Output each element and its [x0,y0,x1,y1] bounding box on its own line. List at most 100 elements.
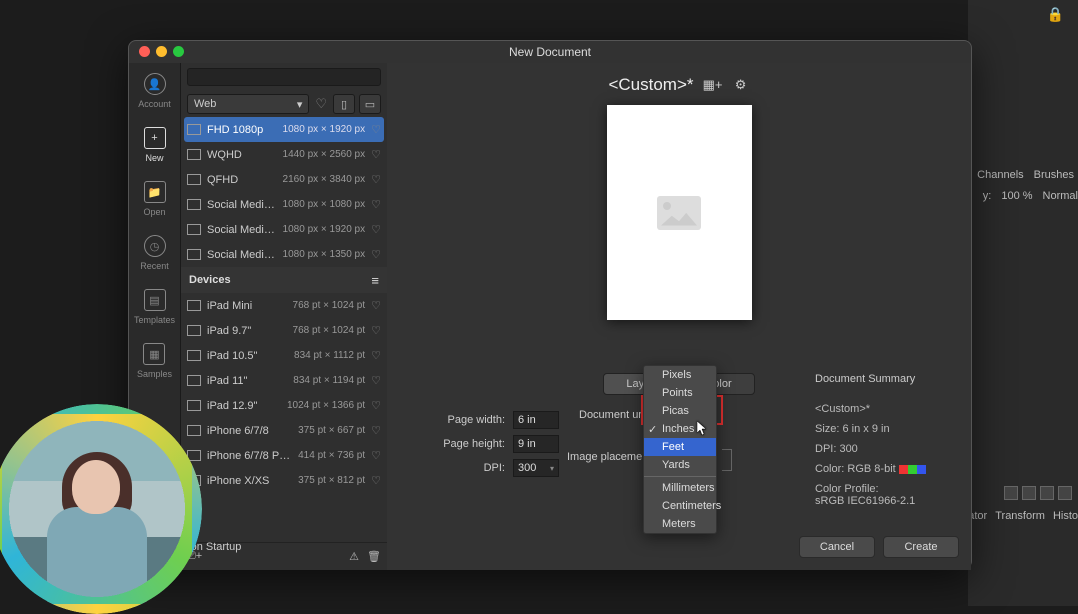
heart-icon[interactable]: ♡ [371,299,381,312]
preset-row[interactable]: iPad 12.9"1024 pt × 1366 pt♡ [181,393,387,418]
mask-icon[interactable] [1040,486,1054,500]
portrait-icon[interactable]: ▯ [333,94,355,114]
page-width-input[interactable]: 6 in [513,411,559,429]
blend-mode[interactable]: Normal [1043,190,1078,202]
preset-row[interactable]: WQHD1440 px × 2560 px♡ [181,142,387,167]
preset-dims: 1440 px × 2560 px [283,149,366,160]
preset-dims: 768 pt × 1024 pt [293,300,366,311]
heart-icon[interactable]: ♡ [371,349,381,362]
preset-row[interactable]: FHD 1080p 1080 px × 1920 px ♡ [184,117,384,142]
heart-icon[interactable]: ♡ [371,148,381,161]
category-select[interactable]: Web▾ [187,94,309,114]
favorite-icon[interactable]: ♡ [315,96,327,112]
unit-option[interactable]: Yards [644,456,716,474]
tab-brushes[interactable]: Brushes [1034,169,1074,181]
dialog-title: New Document [129,41,971,63]
summary-profile: Color Profile:sRGB IEC61966-2.1 [815,483,965,507]
sidebar-label: New [145,153,163,163]
preset-row[interactable]: QFHD2160 px × 3840 px♡ [181,167,387,192]
link-dimensions-icon[interactable] [722,449,732,471]
sidebar-recent[interactable]: ◷ Recent [140,235,169,271]
preset-row[interactable]: iPad 10.5"834 pt × 1112 pt♡ [181,343,387,368]
preset-dims: 414 pt × 736 pt [298,450,365,461]
heart-icon[interactable]: ♡ [371,324,381,337]
page-width-label: Page width: [423,414,513,426]
heart-icon[interactable]: ♡ [371,198,381,211]
sidebar-open[interactable]: 📁 Open [143,181,165,217]
summary-heading: Document Summary [815,373,965,385]
heart-icon[interactable]: ♡ [371,123,381,136]
lock-icon[interactable]: 🔒 [1047,6,1064,23]
sidebar-samples[interactable]: ▦ Samples [137,343,172,379]
preset-dims: 1080 px × 1350 px [283,249,366,260]
doc-icon: + [144,127,166,149]
heart-icon[interactable]: ♡ [371,399,381,412]
preset-search[interactable] [187,68,381,86]
preset-row[interactable]: iPhone 6/7/8 Plus 414 pt × 736 pt ♡ [181,443,387,468]
heart-icon[interactable]: ♡ [371,424,381,437]
tab-histogram[interactable]: Histo [1053,510,1078,522]
heart-icon[interactable]: ♡ [371,374,381,387]
sidebar-new[interactable]: + New [144,127,166,163]
settings-icon[interactable]: ⚙ [732,76,750,94]
heart-icon[interactable]: ♡ [371,173,381,186]
document-unit-dropdown[interactable]: PixelsPointsPicasInchesFeetYards Millimet… [643,365,717,534]
unit-option[interactable]: Picas [644,402,716,420]
window-maximize[interactable] [173,46,184,57]
save-preset-icon[interactable]: ▦+ [704,76,722,94]
x-icon[interactable] [1058,486,1072,500]
preset-dims: 768 pt × 1024 pt [293,325,366,336]
canvas-preview [607,105,752,320]
preset-row[interactable]: iPad Mini768 pt × 1024 pt♡ [181,293,387,318]
preset-row[interactable]: Social Media Portrai...1080 px × 1350 px… [181,242,387,267]
menu-icon[interactable]: ≡ [371,273,379,288]
preset-name: iPhone X/XS [207,475,292,487]
tab-channels[interactable]: Channels [977,169,1023,181]
preset-name: FHD 1080p [207,124,277,136]
unit-option[interactable]: Pixels [644,366,716,384]
unit-option[interactable]: Millimeters [644,479,716,497]
fx-icon[interactable] [1004,486,1018,500]
preset-name: Social Media Story... [207,224,277,236]
unit-option[interactable]: Meters [644,515,716,533]
preset-dims: 1080 px × 1920 px [283,124,366,135]
heart-icon[interactable]: ♡ [371,474,381,487]
new-document-dialog: New Document 👤 Account + New 📁 Open ◷ Re… [128,40,972,569]
preset-row[interactable]: iPad 11"834 pt × 1194 pt♡ [181,368,387,393]
dpi-input[interactable]: 300 [513,459,559,477]
preset-row[interactable]: iPhone X/XS375 pt × 812 pt♡ [181,468,387,493]
document-summary: Document Summary <Custom>* Size: 6 in x … [815,365,965,515]
sidebar-account[interactable]: 👤 Account [138,73,171,109]
unit-option[interactable]: Inches [644,420,716,438]
unit-option[interactable]: Points [644,384,716,402]
window-close[interactable] [139,46,150,57]
preset-icon [187,425,201,436]
adjust-icon[interactable] [1022,486,1036,500]
preset-row[interactable]: Social Media Squar...1080 px × 1080 px♡ [181,192,387,217]
tab-transform[interactable]: Transform [995,510,1045,522]
create-button[interactable]: Create [883,536,959,558]
sidebar-label: Samples [137,369,172,379]
unit-option[interactable]: Feet [644,438,716,456]
heart-icon[interactable]: ♡ [371,449,381,462]
sidebar-templates[interactable]: ▤ Templates [134,289,175,325]
heart-icon[interactable]: ♡ [371,248,381,261]
opacity-value[interactable]: 100 % [1001,190,1032,202]
sidebar-label: Recent [140,261,169,271]
preset-icon [187,350,201,361]
landscape-icon[interactable]: ▭ [359,94,381,114]
page-height-input[interactable]: 9 in [513,435,559,453]
preset-row[interactable]: iPad 9.7"768 pt × 1024 pt♡ [181,318,387,343]
preset-name: iPhone 6/7/8 Plus [207,450,292,462]
unit-option[interactable]: Centimeters [644,497,716,515]
preset-dims: 834 pt × 1194 pt [293,375,365,386]
window-minimize[interactable] [156,46,167,57]
sidebar-label: Templates [134,315,175,325]
cancel-button[interactable]: Cancel [799,536,875,558]
preset-dims: 1080 px × 1080 px [283,199,366,210]
heart-icon[interactable]: ♡ [371,223,381,236]
preset-row[interactable]: Social Media Story...1080 px × 1920 px♡ [181,217,387,242]
preset-list[interactable]: FHD 1080p1080 px × 1920 px♡WQHD1440 px ×… [181,117,387,542]
preset-dims: 1024 pt × 1366 pt [287,400,365,411]
preset-row[interactable]: iPhone 6/7/8375 pt × 667 pt♡ [181,418,387,443]
